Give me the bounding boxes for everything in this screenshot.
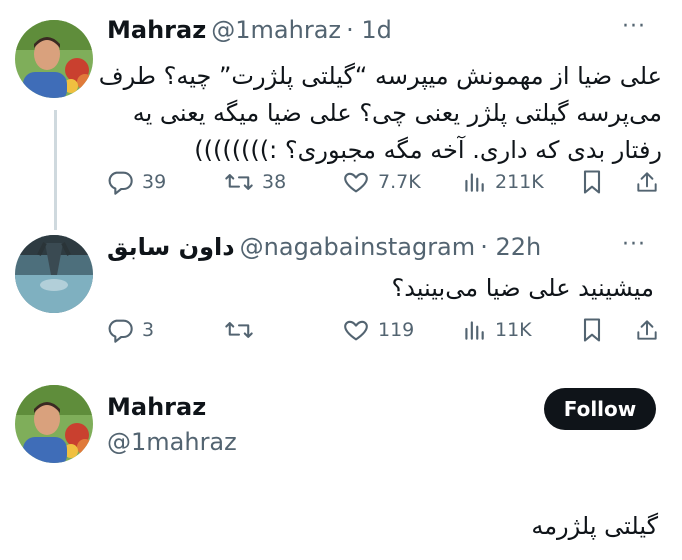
repost-count: 38 [262, 171, 287, 193]
share-icon [637, 172, 657, 192]
heart-icon [344, 320, 368, 341]
author-handle[interactable]: @1mahraz [211, 16, 341, 44]
views-count: 11K [495, 319, 532, 341]
bookmark-button[interactable] [580, 168, 604, 196]
reply-count: 39 [142, 171, 167, 193]
reply-icon [108, 171, 133, 195]
author-handle[interactable]: @nagabainstagram [240, 233, 476, 261]
reply-button[interactable]: 3 [106, 316, 154, 344]
more-options-icon[interactable]: ··· [622, 234, 646, 256]
views-button[interactable]: 211K [461, 168, 544, 196]
bookmark-button[interactable] [580, 316, 604, 344]
author-handle[interactable]: @1mahraz [107, 428, 237, 456]
thread-connector-line [54, 110, 57, 230]
like-button[interactable]: 119 [342, 316, 414, 344]
views-count: 211K [495, 171, 544, 193]
heart-icon [344, 172, 368, 193]
reply-button[interactable]: 39 [106, 168, 166, 196]
like-count: 119 [378, 319, 415, 341]
timestamp[interactable]: · 22h [480, 233, 541, 261]
views-icon [465, 321, 484, 340]
like-count: 7.7K [378, 171, 421, 193]
avatar[interactable] [15, 235, 93, 313]
tweet-text: گیلتی پلژرمه [531, 512, 658, 540]
timestamp[interactable]: · 1d [346, 16, 392, 44]
author-name[interactable]: داون سابق [107, 233, 235, 261]
bookmark-icon [583, 318, 601, 342]
author-name[interactable]: Mahraz [107, 393, 206, 421]
tweet-text-line-3: رفتار بدی که داری. آخه مگه مجبوری؟ :))))… [194, 136, 662, 164]
bookmark-icon [583, 170, 601, 194]
reply-icon [108, 319, 133, 343]
follow-button[interactable]: Follow [544, 388, 656, 430]
tweet-text: میشینید علی ضیا می‌بینید؟ [391, 274, 654, 302]
avatar[interactable] [15, 385, 93, 463]
repost-icon [225, 174, 253, 190]
more-options-icon[interactable]: ··· [622, 16, 646, 38]
avatar[interactable] [15, 20, 93, 98]
repost-icon [225, 322, 253, 338]
repost-button[interactable]: 38 [224, 168, 286, 196]
repost-button[interactable] [224, 316, 262, 344]
views-icon [465, 173, 484, 192]
like-button[interactable]: 7.7K [342, 168, 421, 196]
share-button[interactable] [634, 168, 660, 196]
author-name[interactable]: Mahraz [107, 16, 206, 44]
share-button[interactable] [634, 316, 660, 344]
share-icon [637, 320, 657, 340]
reply-count: 3 [142, 319, 155, 341]
tweet-text-line-1: علی ضیا از مهمونش میپرسه “گیلتی پلژرت” چ… [98, 62, 662, 90]
tweet-text-line-2: می‌پرسه گیلتی پلژر یعنی چی؟ علی ضیا میگه… [132, 99, 662, 127]
views-button[interactable]: 11K [461, 316, 532, 344]
